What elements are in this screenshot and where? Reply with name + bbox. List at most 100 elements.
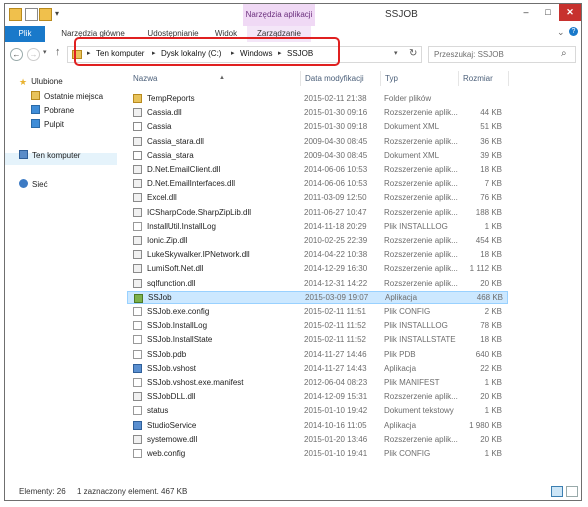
file-row[interactable]: SSJobDLL.dll 2014-12-09 15:31 Rozszerzenie… <box>127 390 508 403</box>
tab-file[interactable]: Plik <box>5 26 45 42</box>
column-header-date[interactable]: Data modyfikacji <box>301 71 381 86</box>
tab-view[interactable]: Widok <box>205 26 247 42</box>
file-icon <box>133 335 142 345</box>
details-view-icon[interactable] <box>551 486 563 497</box>
file-icon <box>133 321 142 331</box>
nav-item-favorites[interactable]: ★ Ulubione <box>19 77 63 89</box>
file-date: 2011-03-09 12:50 <box>304 193 367 203</box>
file-row[interactable]: status 2015-01-10 19:42 Dokument tekstowy 1… <box>127 404 508 417</box>
file-row[interactable]: Cassia 2015-01-30 09:18 Dokument XML 51 KB <box>127 120 508 133</box>
file-date: 2014-11-27 14:43 <box>304 363 367 373</box>
network-icon <box>19 179 28 188</box>
file-date: 2015-01-10 19:41 <box>304 449 368 458</box>
breadcrumb-windows[interactable]: Windows <box>240 49 272 58</box>
column-header-size[interactable]: Rozmiar <box>459 71 509 86</box>
search-input[interactable]: Przeszukaj: SSJOB ⌕ <box>428 46 576 63</box>
file-date: 2015-02-11 11:51 <box>304 307 366 316</box>
search-icon[interactable]: ⌕ <box>561 48 567 59</box>
chevron-right-icon[interactable]: ▸ <box>231 49 235 57</box>
maximize-button[interactable]: □ <box>537 4 559 21</box>
file-row[interactable]: Cassia_stara 2009-04-30 08:45 Dokument XML… <box>127 149 508 162</box>
breadcrumb-ssjob[interactable]: SSJOB <box>287 49 313 58</box>
recent-locations-icon[interactable]: ▾ <box>43 48 47 56</box>
file-row[interactable]: SSJob.vshost 2014-11-27 14:43 Aplikacja 22 … <box>127 362 508 375</box>
address-bar[interactable]: ▸ Ten komputer ▸ Dysk lokalny (C:) ▸ Win… <box>67 46 422 63</box>
chevron-right-icon[interactable]: ▸ <box>278 49 282 57</box>
file-date: 2014-12-29 16:30 <box>304 264 368 274</box>
tab-manage[interactable]: Zarządzanie <box>247 26 311 42</box>
file-name: TempReports <box>147 94 195 103</box>
file-row[interactable]: LumiSoft.Net.dll 2014-12-29 16:30 Rozszerz… <box>127 262 508 275</box>
file-row[interactable]: Cassia.dll 2015-01-30 09:16 Rozszerzenie a… <box>127 106 508 119</box>
address-dropdown-icon[interactable]: ▾ <box>394 49 398 57</box>
file-row[interactable]: SSJob.exe.config 2015-02-11 11:51 Plik CON… <box>127 305 508 318</box>
file-row[interactable]: SSJob.InstallLog 2015-02-11 11:52 Plik INS… <box>127 319 508 332</box>
file-row[interactable]: InstallUtil.InstallLog 2014-11-18 20:29 Pl… <box>127 220 508 233</box>
dll-file-icon <box>133 278 142 288</box>
file-row[interactable]: D.Net.EmailInterfaces.dll 2014-06-06 10:5… <box>127 177 508 190</box>
file-date: 2014-12-09 15:31 <box>304 392 368 402</box>
dll-file-icon <box>133 236 142 245</box>
file-row[interactable]: LukeSkywalker.IPNetwork.dll 2014-04-22 10… <box>127 248 508 261</box>
desktop-icon <box>31 119 40 128</box>
file-row[interactable]: StudioService 2014-10-16 11:05 Aplikacja 1 … <box>127 419 508 432</box>
file-name: SSJob.InstallState <box>147 335 213 345</box>
file-row[interactable]: Excel.dll 2011-03-09 12:50 Rozszerzenie ap… <box>127 191 508 204</box>
file-size: 1 980 KB <box>469 420 502 430</box>
file-size: 22 KB <box>480 363 502 373</box>
file-row[interactable]: systemowe.dll 2015-01-20 13:46 Rozszerzeni… <box>127 433 508 446</box>
file-row[interactable]: SSJob.vshost.exe.manifest 2012-06-04 08:2… <box>127 376 508 389</box>
nav-item-downloads[interactable]: Pobrane <box>31 105 74 117</box>
new-folder-icon[interactable] <box>39 8 52 21</box>
file-size: 2 KB <box>484 307 502 316</box>
file-name: Excel.dll <box>147 193 177 203</box>
nav-item-desktop[interactable]: Pulpit <box>31 119 64 131</box>
file-row[interactable]: SSJob.InstallState 2015-02-11 11:52 Plik I… <box>127 333 508 346</box>
computer-icon <box>19 150 28 159</box>
minimize-button[interactable]: – <box>515 4 537 21</box>
address-row: ← → ▾ ↑ ▸ Ten komputer ▸ Dysk lokalny (C… <box>5 42 581 67</box>
forward-button[interactable]: → <box>27 48 40 61</box>
recent-places-icon <box>31 91 40 100</box>
file-name: SSJob.InstallLog <box>147 321 208 331</box>
help-icon[interactable]: ? <box>569 27 578 36</box>
file-row[interactable]: Cassia_stara.dll 2009-04-30 08:45 Rozszerz… <box>127 135 508 148</box>
dll-file-icon <box>133 165 142 174</box>
folder-icon[interactable] <box>9 8 22 21</box>
nav-item-recent[interactable]: Ostatnie miejsca <box>31 91 103 103</box>
column-header-name[interactable]: Nazwa ▲ <box>129 71 301 86</box>
close-button[interactable]: ✕ <box>559 4 581 21</box>
file-name: SSJob.exe.config <box>147 307 210 316</box>
up-button[interactable]: ↑ <box>55 46 61 58</box>
nav-item-computer[interactable]: Ten komputer <box>19 150 80 162</box>
folder-icon <box>133 94 142 103</box>
nav-item-network[interactable]: Sieć <box>19 179 48 191</box>
expand-ribbon-icon[interactable]: ⌄ <box>557 27 565 38</box>
file-row[interactable]: sqlfunction.dll 2014-12-31 14:22 Rozszerze… <box>127 277 508 290</box>
file-row[interactable]: web.config 2015-01-10 19:41 Plik CONFIG 1 K… <box>127 447 508 460</box>
refresh-icon[interactable]: ↻ <box>409 48 417 59</box>
breadcrumb-computer[interactable]: Ten komputer <box>96 49 144 58</box>
quick-access-dropdown-icon[interactable]: ▾ <box>55 9 59 18</box>
file-date: 2015-01-10 19:42 <box>304 406 368 416</box>
tab-share[interactable]: Udostępnianie <box>135 26 211 42</box>
file-row[interactable]: ICSharpCode.SharpZipLib.dll 2011-06-27 10… <box>127 206 508 219</box>
nav-label: Pulpit <box>44 120 65 129</box>
chevron-right-icon[interactable]: ▸ <box>152 49 156 57</box>
file-row[interactable]: SSJob 2015-03-09 19:07 Aplikacja 468 KB <box>127 290 508 304</box>
tab-home[interactable]: Narzędzia główne <box>55 26 131 42</box>
window-title: SSJOB <box>385 9 418 20</box>
nav-label: Ostatnie miejsca <box>44 92 104 101</box>
properties-icon[interactable] <box>25 8 38 21</box>
file-size: 18 KB <box>480 335 502 345</box>
column-header-type[interactable]: Typ <box>381 71 459 86</box>
chevron-right-icon[interactable]: ▸ <box>87 49 91 57</box>
back-button[interactable]: ← <box>10 48 23 61</box>
file-row[interactable]: D.Net.EmailClient.dll 2014-06-06 10:53 Roz… <box>127 163 508 176</box>
file-size: 454 KB <box>475 236 502 245</box>
breadcrumb-drive[interactable]: Dysk lokalny (C:) <box>161 49 221 58</box>
file-row[interactable]: SSJob.pdb 2014-11-27 14:46 Plik PDB 640 KB <box>127 348 508 361</box>
large-icons-view-icon[interactable] <box>566 486 578 497</box>
file-row[interactable]: TempReports 2015-02-11 21:38 Folder plików <box>127 92 508 105</box>
file-row[interactable]: Ionic.Zip.dll 2010-02-25 22:39 Rozszerzeni… <box>127 234 508 247</box>
